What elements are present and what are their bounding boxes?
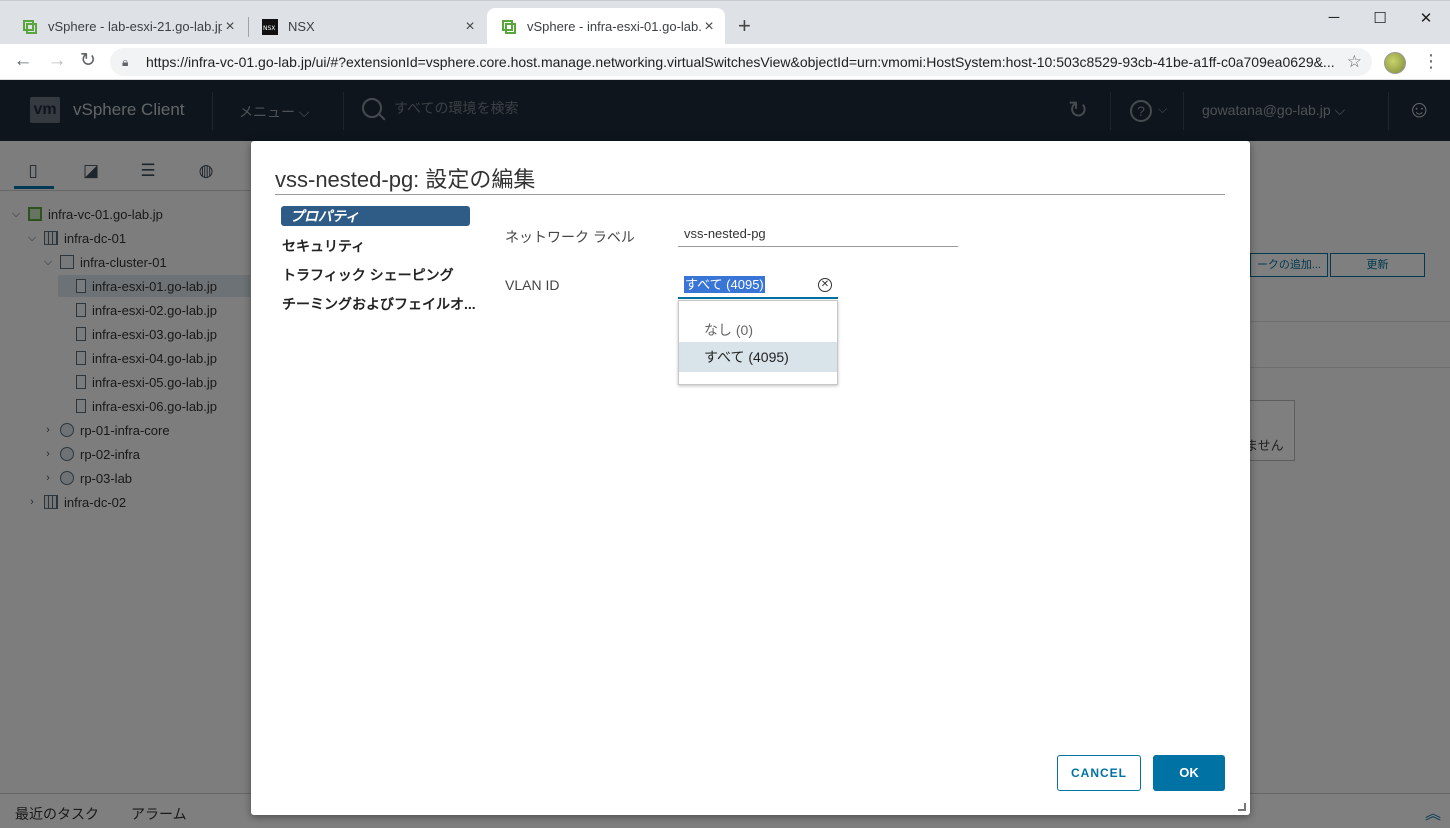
minimize-icon[interactable]: ─ <box>1324 9 1344 26</box>
clear-icon[interactable]: ✕ <box>818 278 832 292</box>
vlan-dropdown-list: なし (0) すべて (4095) <box>678 300 838 385</box>
close-tab-icon[interactable]: × <box>701 18 717 35</box>
forward-icon[interactable]: → <box>46 51 68 71</box>
tab-title: vSphere - lab-esxi-21.go-lab.jp - <box>48 19 222 34</box>
ok-button[interactable]: OK <box>1153 755 1225 791</box>
nav-traffic-shaping[interactable]: トラフィック シェーピング <box>282 265 454 285</box>
network-label-input[interactable]: vss-nested-pg <box>678 223 958 247</box>
nav-properties[interactable]: プロパティ <box>281 206 470 226</box>
url-field[interactable]: 🔒︎ https://infra-vc-01.go-lab.jp/ui/#?ex… <box>110 48 1372 76</box>
new-tab-icon[interactable]: + <box>738 15 751 37</box>
resize-handle-icon[interactable] <box>1238 803 1246 811</box>
cancel-button[interactable]: CANCEL <box>1057 755 1141 791</box>
vlan-id-label: VLAN ID <box>505 277 560 293</box>
network-label-label: ネットワーク ラベル <box>505 229 635 245</box>
bookmark-star-icon[interactable]: ☆ <box>1347 52 1362 72</box>
url-text: https://infra-vc-01.go-lab.jp/ui/#?exten… <box>146 54 1335 70</box>
profile-avatar[interactable] <box>1384 52 1406 74</box>
close-tab-icon[interactable]: × <box>462 18 478 35</box>
tab-title: NSX <box>288 19 315 34</box>
browser-tab-1[interactable]: vSphere - lab-esxi-21.go-lab.jp - × <box>8 8 246 45</box>
browser-tab-3[interactable]: vSphere - infra-esxi-01.go-lab.jp × <box>487 8 725 45</box>
dialog-title: vss-nested-pg: 設定の編集 <box>275 167 536 192</box>
vlan-option-none[interactable]: なし (0) <box>679 315 837 345</box>
vlan-selected-text: すべて (4095) <box>684 276 765 293</box>
title-divider <box>275 194 1225 195</box>
window-close-icon[interactable]: ✕ <box>1416 9 1436 27</box>
maximize-icon[interactable]: ☐ <box>1370 9 1390 27</box>
browser-tab-bar: vSphere - lab-esxi-21.go-lab.jp - × NSX … <box>0 0 1450 45</box>
tab-title: vSphere - infra-esxi-01.go-lab.jp <box>527 19 701 34</box>
nsx-favicon-icon: NSX <box>262 18 278 35</box>
address-bar: ← → ↻ 🔒︎ https://infra-vc-01.go-lab.jp/u… <box>0 44 1450 80</box>
vsphere-favicon-icon <box>501 19 517 35</box>
svg-text:NSX: NSX <box>263 25 275 32</box>
lock-icon: 🔒︎ <box>122 54 129 69</box>
vlan-id-combobox[interactable]: すべて (4095) ✕ <box>678 272 838 299</box>
browser-tab-2[interactable]: NSX NSX × <box>248 8 486 45</box>
reload-icon[interactable]: ↻ <box>77 51 99 71</box>
vlan-option-all[interactable]: すべて (4095) <box>679 342 837 372</box>
browser-menu-icon[interactable]: ⋮ <box>1422 52 1440 70</box>
nav-teaming-failover[interactable]: チーミングおよびフェイルオ... <box>282 294 476 314</box>
nav-security[interactable]: セキュリティ <box>282 236 365 256</box>
back-icon[interactable]: ← <box>12 51 34 71</box>
edit-settings-dialog: vss-nested-pg: 設定の編集 プロパティ セキュリティ トラフィック… <box>251 141 1250 815</box>
vsphere-favicon-icon <box>22 19 38 35</box>
close-tab-icon[interactable]: × <box>222 18 238 35</box>
